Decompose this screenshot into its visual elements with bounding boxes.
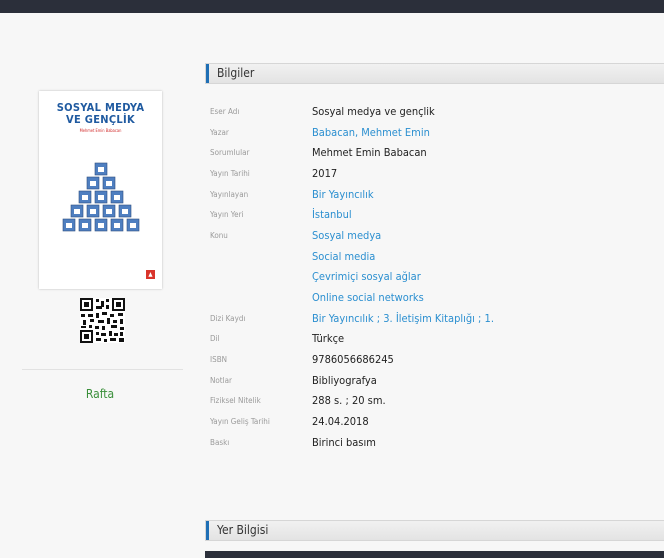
info-row-label: Konu: [210, 230, 228, 240]
info-row-label: Eser Adı: [210, 106, 240, 116]
info-section-title: Bilgiler: [217, 66, 255, 80]
info-row: Çevrimiçi sosyal ağlar: [205, 267, 664, 288]
info-row: Yayın Geliş Tarihi 24.04.2018: [205, 411, 664, 432]
info-row: Online social networks: [205, 287, 664, 308]
info-row-value: 9786056686245: [312, 353, 394, 367]
cover-title: SOSYAL MEDYA VE GENÇLİK: [39, 102, 162, 126]
info-row-value: Birinci basım: [312, 435, 376, 449]
top-bar: [0, 0, 664, 13]
info-row: Social media: [205, 246, 664, 267]
thumbs-up-pyramid-icon: [62, 162, 140, 232]
info-row: Konu Sosyal medya: [205, 225, 664, 246]
info-row: Dil Türkçe: [205, 329, 664, 350]
location-table-header: [205, 551, 664, 558]
availability-status-link[interactable]: Rafta: [0, 387, 200, 401]
publisher-logo-icon: ▲: [146, 270, 155, 279]
cover-title-line2: VE GENÇLİK: [66, 113, 135, 126]
cover-author: Mehmet Emin Babacan: [79, 128, 122, 133]
info-row-link[interactable]: Social media: [312, 250, 375, 263]
left-divider: [22, 369, 183, 370]
info-row-value: 24.04.2018: [312, 415, 369, 429]
location-section-title: Yer Bilgisi: [217, 523, 269, 537]
info-row-value: Türkçe: [312, 332, 345, 346]
info-row-label: Yayın Geliş Tarihi: [210, 417, 270, 427]
info-row: Fiziksel Nitelik 288 s. ; 20 sm.: [205, 391, 664, 412]
info-row-link[interactable]: Bir Yayıncılık: [312, 188, 374, 201]
info-row-label: Yayınlayan: [210, 189, 249, 199]
info-row: Yayınlayan Bir Yayıncılık: [205, 184, 664, 205]
info-row-label: Yayın Tarihi: [210, 168, 250, 178]
info-row-label: Dizi Kaydı: [210, 313, 246, 323]
info-row-value: Bibliyografya: [312, 373, 377, 387]
info-row-label: Dil: [210, 334, 220, 344]
info-row: Sorumlular Mehmet Emin Babacan: [205, 142, 664, 163]
info-row: Baskı Birinci basım: [205, 432, 664, 453]
info-row-link[interactable]: Çevrimiçi sosyal ağlar: [312, 270, 421, 283]
info-row-label: Yazar: [210, 127, 229, 137]
location-section-header: Yer Bilgisi: [205, 520, 664, 541]
info-row-label: Yayın Yeri: [210, 210, 244, 220]
info-row: Yayın Yeri İstanbul: [205, 204, 664, 225]
info-row: Dizi Kaydı Bir Yayıncılık ; 3. İletişim K…: [205, 308, 664, 329]
left-column: SOSYAL MEDYA VE GENÇLİK Mehmet Emin Baba…: [0, 13, 183, 558]
info-row-value: 288 s. ; 20 sm.: [312, 394, 386, 408]
qr-code-icon: [80, 298, 125, 343]
info-section-header: Bilgiler: [205, 63, 664, 84]
info-row-value: Mehmet Emin Babacan: [312, 146, 427, 160]
info-row-value: Sosyal medya ve gençlik: [312, 104, 435, 118]
info-row: Yayın Tarihi 2017: [205, 163, 664, 184]
info-row-label: Notlar: [210, 375, 232, 385]
info-row-value: 2017: [312, 166, 338, 180]
info-row-link[interactable]: Sosyal medya: [312, 229, 381, 242]
info-row-label: ISBN: [210, 355, 228, 365]
book-cover[interactable]: SOSYAL MEDYA VE GENÇLİK Mehmet Emin Baba…: [39, 91, 162, 289]
info-row-label: Fiziksel Nitelik: [210, 396, 261, 406]
info-row-link[interactable]: İstanbul: [312, 208, 352, 221]
info-list: Eser Adı Sosyal medya ve gençlik Yazar Baba…: [205, 101, 664, 453]
info-row-label: Baskı: [210, 437, 230, 447]
info-row: ISBN 9786056686245: [205, 349, 664, 370]
info-row-link[interactable]: Bir Yayıncılık ; 3. İletişim Kitaplığı ;…: [312, 312, 494, 325]
record-page: SOSYAL MEDYA VE GENÇLİK Mehmet Emin Baba…: [0, 13, 664, 558]
info-row: Notlar Bibliyografya: [205, 370, 664, 391]
info-row: Eser Adı Sosyal medya ve gençlik: [205, 101, 664, 122]
info-row-link[interactable]: Babacan, Mehmet Emin: [312, 126, 430, 139]
info-row: Yazar Babacan, Mehmet Emin: [205, 122, 664, 143]
info-row-label: Sorumlular: [210, 148, 250, 158]
info-row-link[interactable]: Online social networks: [312, 291, 424, 304]
